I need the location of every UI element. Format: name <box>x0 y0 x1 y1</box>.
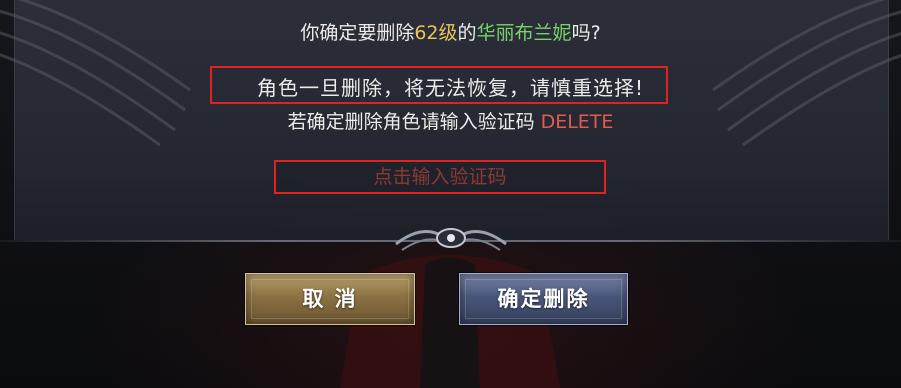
code-prompt: 若确定删除角色请输入验证码 DELETE <box>0 107 901 134</box>
character-level: 62级 <box>414 22 458 44</box>
input-placeholder: 点击输入验证码 <box>373 166 507 188</box>
cancel-button-frame <box>251 279 409 319</box>
cancel-button[interactable]: 取 消 <box>245 273 415 325</box>
character-name: 华丽布兰妮 <box>476 22 572 44</box>
confirm-button-frame <box>465 279 622 319</box>
question-prefix: 你确定要删除 <box>300 22 415 44</box>
verification-code: DELETE <box>540 111 614 133</box>
question-connector: 的 <box>457 22 477 44</box>
winged-eye-emblem-icon <box>395 228 507 251</box>
delete-confirm-question: 你确定要删除62级的华丽布兰妮吗? <box>0 18 901 45</box>
question-suffix: 吗? <box>571 22 601 44</box>
warning-highlight-box <box>210 66 668 104</box>
delete-character-dialog: 你确定要删除62级的华丽布兰妮吗? 角色一旦删除，将无法恢复，请慎重选择! 若确… <box>0 0 901 388</box>
confirm-delete-button[interactable]: 确定删除 <box>459 273 628 325</box>
verification-code-input[interactable]: 点击输入验证码 <box>274 160 606 194</box>
code-prompt-text: 若确定删除角色请输入验证码 <box>287 111 535 133</box>
